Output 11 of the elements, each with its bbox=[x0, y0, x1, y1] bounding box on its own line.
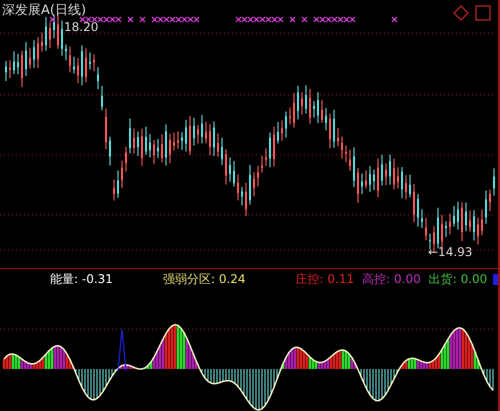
spike-line bbox=[117, 328, 127, 372]
indicator-reading: 强弱分区: 0.24 bbox=[162, 270, 246, 288]
window-icon[interactable] bbox=[475, 5, 491, 21]
chart-title: 深发展A(日线) bbox=[2, 2, 86, 19]
diamond-icon[interactable] bbox=[452, 4, 470, 22]
indicator-reading: 出货: 0.00 bbox=[428, 270, 488, 288]
indicator-reading: 能量: -0.31 bbox=[50, 270, 113, 288]
indicator-reading: 高控: 0.00 bbox=[362, 270, 421, 288]
low-price-label: ←14.93 bbox=[428, 245, 472, 259]
indicator-reading: 庄控: 0.11 bbox=[296, 270, 354, 288]
high-price-label: 18.20 bbox=[64, 20, 98, 34]
